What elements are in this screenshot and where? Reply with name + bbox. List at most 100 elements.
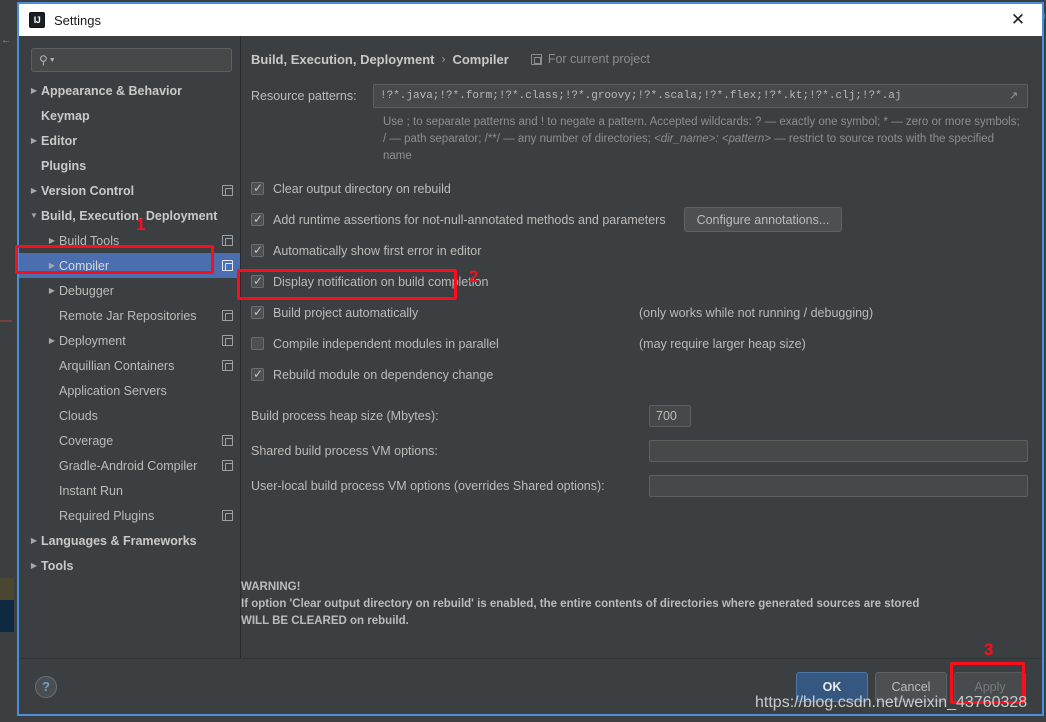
sidebar-item-appearance-behavior[interactable]: ▶ Appearance & Behavior: [19, 78, 240, 103]
chevron-down-icon[interactable]: ▼: [27, 211, 41, 220]
checkbox-row[interactable]: Display notification on build completion: [251, 266, 1028, 297]
project-scope-icon: [222, 310, 233, 321]
breadcrumb: Build, Execution, Deployment › Compiler …: [251, 44, 1028, 74]
heap-size-input[interactable]: 700: [649, 404, 691, 427]
warning-line-2: WILL BE CLEARED on rebuild.: [241, 615, 409, 627]
help-line-2a: / — path separator; /**/ — any number of…: [383, 133, 655, 145]
sidebar-item-clouds[interactable]: ▶Clouds: [19, 403, 240, 428]
sidebar-item-application-servers[interactable]: ▶Application Servers: [19, 378, 240, 403]
checkbox-checked-icon[interactable]: [251, 305, 264, 319]
breadcrumb-current: Compiler: [452, 51, 509, 67]
search-input[interactable]: ⚲ ▼: [31, 48, 232, 72]
sidebar-item-deployment[interactable]: ▶ Deployment: [19, 328, 240, 353]
breadcrumb-separator-icon: ›: [441, 52, 446, 66]
chevron-right-icon[interactable]: ▶: [45, 286, 59, 295]
background-strip-olive: [0, 578, 14, 600]
resource-patterns-input[interactable]: !?*.java;!?*.form;!?*.class;!?*.groovy;!…: [373, 84, 1028, 108]
help-button[interactable]: ?: [35, 675, 57, 698]
user-local-vm-options-input[interactable]: [649, 474, 1028, 497]
checkbox-note: (only works while not running / debuggin…: [639, 305, 874, 320]
sidebar-item-debugger[interactable]: ▶ Debugger: [19, 278, 240, 303]
sidebar-item-editor[interactable]: ▶ Editor: [19, 128, 240, 153]
sidebar-item-build-tools[interactable]: ▶ Build Tools: [19, 228, 240, 253]
checkbox-row[interactable]: Add runtime assertions for not-null-anno…: [251, 204, 1028, 235]
checkbox-row[interactable]: Rebuild module on dependency change: [251, 359, 1028, 390]
field-label: Shared build process VM options:: [251, 443, 438, 458]
checkbox-label: Rebuild module on dependency change: [273, 367, 494, 382]
checkbox-row[interactable]: Compile independent modules in parallel (…: [251, 328, 1028, 359]
checkbox-checked-icon[interactable]: [251, 243, 264, 257]
sidebar-item-arquillian-containers[interactable]: ▶Arquillian Containers: [19, 353, 240, 378]
checkbox-row[interactable]: Build project automatically (only works w…: [251, 297, 1028, 328]
field-label: Build process heap size (Mbytes):: [251, 408, 439, 423]
checkbox-checked-icon[interactable]: [251, 367, 264, 381]
resource-patterns-row: Resource patterns: !?*.java;!?*.form;!?*…: [251, 84, 1028, 108]
help-line-2-italic: <dir_name>: <pattern>: [654, 133, 772, 145]
chevron-right-icon[interactable]: ▶: [27, 136, 41, 145]
sidebar-item-label: Clouds: [59, 408, 98, 423]
close-icon[interactable]: ✕: [1004, 4, 1032, 36]
chevron-right-icon[interactable]: ▶: [27, 536, 41, 545]
chevron-right-icon[interactable]: ▶: [27, 186, 41, 195]
sidebar-item-label: Editor: [41, 133, 78, 148]
sidebar-item-plugins[interactable]: ▶Plugins: [19, 153, 240, 178]
chevron-right-icon[interactable]: ▶: [27, 86, 41, 95]
sidebar-item-keymap[interactable]: ▶Keymap: [19, 103, 240, 128]
sidebar-item-label: Gradle-Android Compiler: [59, 458, 198, 473]
sidebar-item-label: Coverage: [59, 433, 114, 448]
sidebar-item-label: Plugins: [41, 158, 87, 173]
help-line-3: name: [383, 150, 412, 162]
sidebar-item-required-plugins[interactable]: ▶Required Plugins: [19, 503, 240, 528]
sidebar-item-label: Debugger: [59, 283, 114, 298]
shared-vm-options-input[interactable]: [649, 439, 1028, 462]
sidebar-item-remote-jar-repositories[interactable]: ▶Remote Jar Repositories: [19, 303, 240, 328]
sidebar-item-label: Build Tools: [59, 233, 120, 248]
sidebar-item-coverage[interactable]: ▶Coverage: [19, 428, 240, 453]
search-icon: ⚲: [39, 53, 48, 67]
chevron-right-icon[interactable]: ▶: [45, 261, 59, 270]
chevron-right-icon[interactable]: ▶: [45, 236, 59, 245]
sidebar-item-label: Deployment: [59, 333, 126, 348]
chevron-right-icon[interactable]: ▶: [27, 561, 41, 570]
checkbox-label: Add runtime assertions for not-null-anno…: [273, 212, 666, 227]
project-scope-icon: [222, 260, 233, 271]
sidebar-item-tools[interactable]: ▶ Tools: [19, 553, 240, 578]
sidebar-item-label: Version Control: [41, 183, 135, 198]
sidebar-item-label: Appearance & Behavior: [41, 83, 183, 98]
breadcrumb-parent[interactable]: Build, Execution, Deployment: [251, 52, 434, 67]
warning-line-1: If option 'Clear output directory on reb…: [241, 598, 920, 610]
sidebar-item-label: Languages & Frameworks: [41, 533, 197, 548]
expand-icon[interactable]: ↗: [1009, 90, 1021, 102]
sidebar-item-label: Instant Run: [59, 483, 123, 498]
project-scope-icon: [222, 460, 233, 471]
sidebar-item-label: Required Plugins: [59, 508, 155, 523]
checkbox-checked-icon[interactable]: [251, 274, 264, 288]
checkbox-row[interactable]: Automatically show first error in editor: [251, 235, 1028, 266]
scope-label: For current project: [547, 52, 650, 66]
field-row: User-local build process VM options (ove…: [251, 470, 1028, 501]
checkbox-checked-icon[interactable]: [251, 212, 264, 226]
sidebar-item-version-control[interactable]: ▶ Version Control: [19, 178, 240, 203]
checkbox-row[interactable]: Clear output directory on rebuild: [251, 173, 1028, 204]
configure-annotations-button[interactable]: Configure annotations...: [683, 207, 843, 232]
sidebar-item-gradle-android-compiler[interactable]: ▶Gradle-Android Compiler: [19, 453, 240, 478]
field-row: Build process heap size (Mbytes): 700: [251, 400, 1028, 431]
annotation-marker-2: 2: [469, 267, 479, 286]
help-line-1: Use ; to separate patterns and ! to nega…: [383, 116, 1020, 128]
sidebar-item-label: Application Servers: [59, 383, 167, 398]
project-scope-icon: [222, 235, 233, 246]
sidebar-item-build-execution-deployment[interactable]: ▼ Build, Execution, Deployment: [19, 203, 240, 228]
warning-heading: WARNING!: [241, 581, 301, 593]
checkbox-unchecked-icon[interactable]: [251, 337, 264, 350]
checkbox-label: Automatically show first error in editor: [273, 243, 482, 258]
sidebar-item-label: Tools: [41, 558, 74, 573]
checkbox-checked-icon[interactable]: [251, 181, 264, 195]
sidebar-item-label: Keymap: [41, 108, 90, 123]
sidebar-item-compiler[interactable]: ▶ Compiler: [19, 253, 240, 278]
sidebar-item-instant-run[interactable]: ▶Instant Run: [19, 478, 240, 503]
chevron-right-icon[interactable]: ▶: [45, 336, 59, 345]
annotation-marker-3: 3: [984, 640, 994, 659]
sidebar-item-languages-frameworks[interactable]: ▶ Languages & Frameworks: [19, 528, 240, 553]
sidebar-item-label: Arquillian Containers: [59, 358, 175, 373]
checkbox-label: Display notification on build completion: [273, 274, 489, 289]
